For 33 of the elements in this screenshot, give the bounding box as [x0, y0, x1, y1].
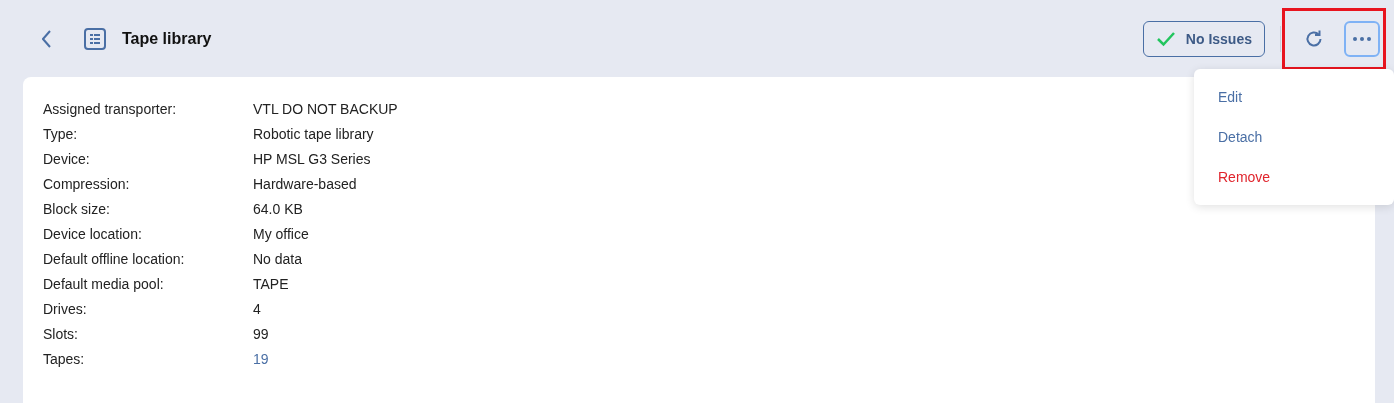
- field-label: Device:: [43, 150, 91, 167]
- field-label: Tapes:: [43, 350, 86, 367]
- field-label: Slots:: [43, 325, 79, 342]
- refresh-icon: [1304, 28, 1324, 49]
- field-value: VTL DO NOT BACKUP: [253, 100, 398, 117]
- more-button[interactable]: [1344, 20, 1380, 57]
- field-value: 99: [253, 325, 269, 342]
- field-value: 64.0 KB: [253, 200, 303, 217]
- status-button[interactable]: No Issues: [1142, 20, 1265, 57]
- menu-item[interactable]: Detach: [1194, 117, 1394, 157]
- field-value: HP MSL G3 Series: [253, 150, 371, 167]
- field-label: Default offline location:: [43, 250, 186, 267]
- field-value: Robotic tape library: [253, 125, 374, 142]
- field-label: Assigned transporter:: [43, 100, 178, 117]
- field-label: Device location:: [43, 225, 143, 242]
- field-label: Compression:: [43, 175, 131, 192]
- field-label: Default media pool:: [43, 275, 165, 292]
- field-label: Type:: [43, 125, 79, 142]
- field-value: My office: [253, 225, 309, 242]
- field-link[interactable]: 19: [253, 350, 269, 367]
- check-icon: [1155, 30, 1176, 47]
- field-value: Hardware-based: [253, 175, 357, 192]
- field-value: 4: [253, 300, 261, 317]
- field-label: Drives:: [43, 300, 88, 317]
- field-value: TAPE: [253, 275, 289, 292]
- menu-item[interactable]: Remove: [1194, 157, 1394, 197]
- field-label: Block size:: [43, 200, 111, 217]
- back-icon[interactable]: [42, 29, 52, 48]
- field-value: No data: [253, 250, 303, 267]
- table-icon: [84, 27, 106, 50]
- page-title: Tape library: [122, 29, 212, 48]
- more-icon: [1352, 35, 1372, 42]
- menu-item[interactable]: Edit: [1194, 77, 1394, 117]
